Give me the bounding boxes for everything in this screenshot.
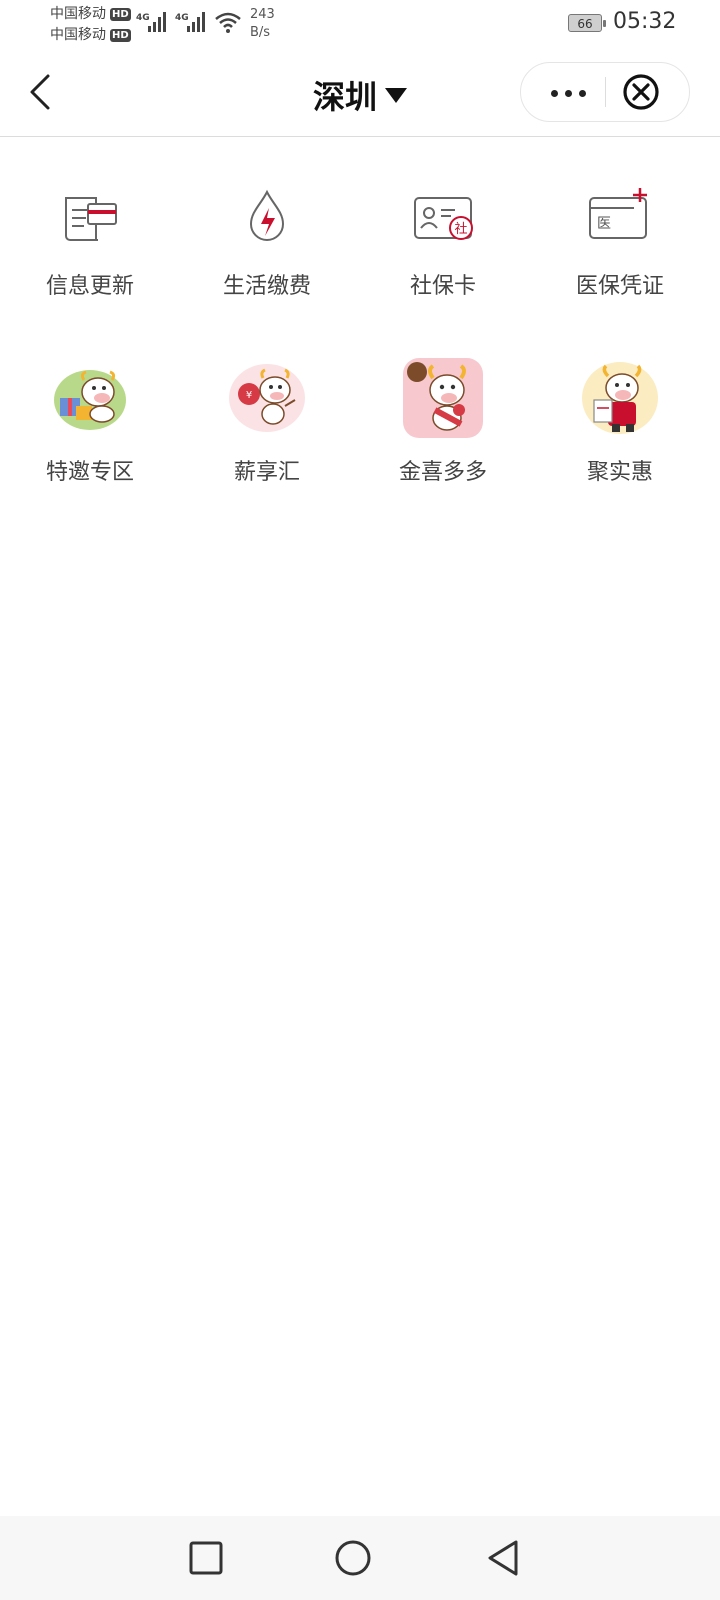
city-name: 深圳 xyxy=(312,78,377,116)
clock: 05:32 xyxy=(613,9,677,34)
recent-apps-button[interactable] xyxy=(186,1538,226,1578)
svg-text:4G: 4G xyxy=(175,13,189,23)
cow-sash-mascot-icon xyxy=(403,358,483,438)
close-button[interactable] xyxy=(621,72,661,112)
system-back-button[interactable] xyxy=(484,1538,524,1578)
wifi-icon xyxy=(215,12,241,33)
promo-label: 金喜多多 xyxy=(398,460,487,485)
service-label: 生活缴费 xyxy=(222,274,311,299)
svg-text:¥: ¥ xyxy=(246,390,252,401)
mini-program-capsule xyxy=(520,62,690,122)
nav-bar: 深圳 xyxy=(0,52,720,137)
cow-gift-mascot-icon xyxy=(50,358,130,438)
cow-clipboard-mascot-icon xyxy=(580,358,660,438)
caret-down-icon xyxy=(385,87,407,103)
promo-row: 特邀专区 ¥ 薪享汇 金喜多多 聚实惠 xyxy=(0,358,720,508)
home-button[interactable] xyxy=(333,1538,373,1578)
document-card-icon xyxy=(50,180,130,260)
network-speed: 243 B/s xyxy=(250,7,275,40)
battery-indicator: 66 xyxy=(568,14,606,32)
system-navigation-bar xyxy=(0,1516,720,1600)
cow-coin-mascot-icon: ¥ xyxy=(227,358,307,438)
service-social-security-card[interactable]: 社 社保卡 xyxy=(353,170,533,320)
circle-icon xyxy=(335,1540,371,1576)
promo-special-invite[interactable]: 特邀专区 xyxy=(0,358,180,508)
square-icon xyxy=(189,1541,223,1575)
service-label: 信息更新 xyxy=(45,274,134,299)
promo-great-value[interactable]: 聚实惠 xyxy=(530,358,710,508)
signal-icon: 4G xyxy=(136,12,166,32)
medical-insurance-card-icon: 医 xyxy=(580,180,660,260)
close-circle-icon xyxy=(623,74,659,110)
electricity-drop-icon xyxy=(227,180,307,260)
service-row: 信息更新 生活缴费 社 社保卡 医 医保凭证 xyxy=(0,170,720,320)
service-utility-payment[interactable]: 生活缴费 xyxy=(177,170,357,320)
svg-text:4G: 4G xyxy=(136,13,150,23)
service-info-update[interactable]: 信息更新 xyxy=(0,170,180,320)
triangle-back-icon xyxy=(488,1540,518,1576)
carrier-1: 中国移动 HD xyxy=(50,6,131,22)
svg-text:社: 社 xyxy=(454,221,467,237)
service-label: 社保卡 xyxy=(409,274,476,299)
capsule-divider xyxy=(605,77,606,107)
promo-salary-benefits[interactable]: ¥ 薪享汇 xyxy=(177,358,357,508)
promo-label: 聚实惠 xyxy=(586,460,653,485)
svg-text:医: 医 xyxy=(597,216,611,232)
signal-2-icon: 4G xyxy=(175,12,205,32)
promo-label: 特邀专区 xyxy=(45,460,134,485)
service-label: 医保凭证 xyxy=(575,274,664,299)
carrier-2: 中国移动 HD xyxy=(50,27,131,43)
promo-golden-joy[interactable]: 金喜多多 xyxy=(353,358,533,508)
status-bar: 中国移动 HD 中国移动 HD 4G 4G 243 B/s 66 05:32 xyxy=(0,0,720,50)
promo-label: 薪享汇 xyxy=(233,460,300,485)
more-button[interactable] xyxy=(521,63,605,121)
social-security-card-icon: 社 xyxy=(403,180,483,260)
service-medical-insurance[interactable]: 医 医保凭证 xyxy=(530,170,710,320)
